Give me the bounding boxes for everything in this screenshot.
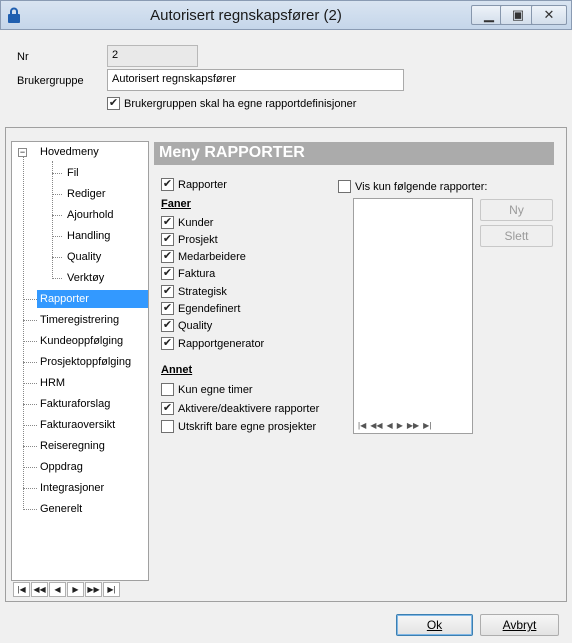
annet-option-utskrift[interactable]: Utskrift bare egne prosjekter xyxy=(161,418,316,435)
next-record-icon[interactable]: ▶ xyxy=(67,582,84,597)
last-record-icon[interactable]: ▶| xyxy=(423,421,431,430)
tree-item-quality[interactable]: Quality xyxy=(65,248,103,266)
ok-button[interactable]: Ok xyxy=(396,614,473,636)
tree-item-fakturaoversikt[interactable]: Fakturaoversikt xyxy=(38,416,117,434)
kunder-label: Kunder xyxy=(178,216,214,229)
faktura-label: Faktura xyxy=(178,267,216,280)
collapse-icon[interactable]: − xyxy=(18,148,27,157)
vis-kun-label: Vis kun følgende rapporter: xyxy=(355,180,488,193)
rapporter-option[interactable]: ✔ Rapporter xyxy=(161,176,227,193)
prosjekt-label: Prosjekt xyxy=(178,233,218,246)
tree-item-verktoy[interactable]: Verktøy xyxy=(65,269,106,287)
ny-button[interactable]: Ny xyxy=(480,199,553,221)
kun-egne-timer-checkbox[interactable] xyxy=(161,383,174,396)
faner-option-strategisk[interactable]: ✔ Strategisk xyxy=(161,283,227,300)
nr-field: 2 xyxy=(107,45,198,67)
own-reports-option[interactable]: ✔ Brukergruppen skal ha egne rapportdefi… xyxy=(107,95,356,112)
tree-item-integrasjoner[interactable]: Integrasjoner xyxy=(38,479,106,497)
tree-item-hovedmeny[interactable]: Hovedmeny xyxy=(38,143,101,161)
medarbeidere-checkbox[interactable]: ✔ xyxy=(161,250,174,263)
brukergruppe-input[interactable]: Autorisert regnskapsfører xyxy=(107,69,404,91)
annet-option-kun-egne-timer[interactable]: Kun egne timer xyxy=(161,381,253,398)
tree-item-handling[interactable]: Handling xyxy=(65,227,112,245)
faner-option-prosjekt[interactable]: ✔ Prosjekt xyxy=(161,231,218,248)
tree-item-hrm[interactable]: HRM xyxy=(38,374,67,392)
maximize-icon: ▣ xyxy=(511,7,525,22)
slett-button[interactable]: Slett xyxy=(480,225,553,247)
tree-item-rediger[interactable]: Rediger xyxy=(65,185,108,203)
tree-navigator: |◀ ◀◀ ◀ ▶ ▶▶ ▶| xyxy=(11,580,149,598)
tree-item-timeregistrering[interactable]: Timeregistrering xyxy=(38,311,121,329)
aktivere-label: Aktivere/deaktivere rapporter xyxy=(178,402,320,415)
annet-title: Annet xyxy=(161,364,193,376)
egendefinert-label: Egendefinert xyxy=(178,302,241,315)
title-bar: Autorisert regnskapsfører (2) ▁ ▣ ✕ xyxy=(0,0,572,30)
brukergruppe-label: Brukergruppe xyxy=(17,75,84,87)
quality-label: Quality xyxy=(178,319,213,332)
next-record-icon[interactable]: ▶ xyxy=(397,421,403,430)
window-title: Autorisert regnskapsfører (2) xyxy=(150,7,342,24)
faktura-checkbox[interactable]: ✔ xyxy=(161,267,174,280)
prev-page-icon[interactable]: ◀◀ xyxy=(370,421,382,430)
last-record-icon[interactable]: ▶| xyxy=(103,582,120,597)
strategisk-label: Strategisk xyxy=(178,285,227,298)
faner-option-rapportgenerator[interactable]: ✔ Rapportgenerator xyxy=(161,335,264,352)
nr-label: Nr xyxy=(17,51,29,63)
utskrift-checkbox[interactable] xyxy=(161,420,174,433)
faner-option-egendefinert[interactable]: ✔ Egendefinert xyxy=(161,300,240,317)
first-record-icon[interactable]: |◀ xyxy=(358,421,366,430)
rapportgenerator-checkbox[interactable]: ✔ xyxy=(161,337,174,350)
tree-item-ajourhold[interactable]: Ajourhold xyxy=(65,206,115,224)
tree-item-oppdrag[interactable]: Oppdrag xyxy=(38,458,85,476)
listbox-navigator: |◀ ◀◀ ◀ ▶ ▶▶ ▶| xyxy=(354,417,472,433)
tree-item-fil[interactable]: Fil xyxy=(65,164,81,182)
tree-item-generelt[interactable]: Generelt xyxy=(38,500,84,518)
own-reports-label: Brukergruppen skal ha egne rapportdefini… xyxy=(124,97,357,110)
annet-option-aktivere[interactable]: ✔ Aktivere/deaktivere rapporter xyxy=(161,400,319,417)
quality-checkbox[interactable]: ✔ xyxy=(161,319,174,332)
rapporter-label: Rapporter xyxy=(178,178,227,191)
rapportgenerator-label: Rapportgenerator xyxy=(178,337,265,350)
faner-option-quality[interactable]: ✔ Quality xyxy=(161,317,212,334)
close-button[interactable]: ✕ xyxy=(531,5,567,25)
section-header: Meny RAPPORTER xyxy=(154,142,554,165)
menu-tree[interactable]: − Hovedmeny Fil Rediger Ajourhold Handli… xyxy=(11,141,149,598)
strategisk-checkbox[interactable]: ✔ xyxy=(161,285,174,298)
minimize-icon: ▁ xyxy=(484,7,494,22)
tree-item-fakturaforslag[interactable]: Fakturaforslag xyxy=(38,395,112,413)
prev-record-icon[interactable]: ◀ xyxy=(387,421,393,430)
cancel-button[interactable]: Avbryt xyxy=(480,614,559,636)
next-page-icon[interactable]: ▶▶ xyxy=(85,582,102,597)
own-reports-checkbox[interactable]: ✔ xyxy=(107,97,120,110)
prev-page-icon[interactable]: ◀◀ xyxy=(31,582,48,597)
next-page-icon[interactable]: ▶▶ xyxy=(407,421,419,430)
kun-egne-timer-label: Kun egne timer xyxy=(178,383,253,396)
prev-record-icon[interactable]: ◀ xyxy=(49,582,66,597)
kunder-checkbox[interactable]: ✔ xyxy=(161,216,174,229)
vis-kun-option[interactable]: Vis kun følgende rapporter: xyxy=(338,178,487,195)
egendefinert-checkbox[interactable]: ✔ xyxy=(161,302,174,315)
faner-option-faktura[interactable]: ✔ Faktura xyxy=(161,265,215,282)
tree-item-rapporter[interactable]: Rapporter xyxy=(37,290,148,308)
first-record-icon[interactable]: |◀ xyxy=(13,582,30,597)
close-icon: ✕ xyxy=(543,7,555,22)
faner-option-kunder[interactable]: ✔ Kunder xyxy=(161,214,213,231)
medarbeidere-label: Medarbeidere xyxy=(178,250,246,263)
tree-item-reiseregning[interactable]: Reiseregning xyxy=(38,437,107,455)
report-listbox[interactable] xyxy=(353,198,473,434)
aktivere-checkbox[interactable]: ✔ xyxy=(161,402,174,415)
rapporter-checkbox[interactable]: ✔ xyxy=(161,178,174,191)
prosjekt-checkbox[interactable]: ✔ xyxy=(161,233,174,246)
vis-kun-checkbox[interactable] xyxy=(338,180,351,193)
tree-item-kundeoppfolging[interactable]: Kundeoppfølging xyxy=(38,332,125,350)
faner-title: Faner xyxy=(161,198,191,210)
utskrift-label: Utskrift bare egne prosjekter xyxy=(178,420,317,433)
faner-option-medarbeidere[interactable]: ✔ Medarbeidere xyxy=(161,248,246,265)
tree-item-prosjektoppfolging[interactable]: Prosjektoppfølging xyxy=(38,353,133,371)
